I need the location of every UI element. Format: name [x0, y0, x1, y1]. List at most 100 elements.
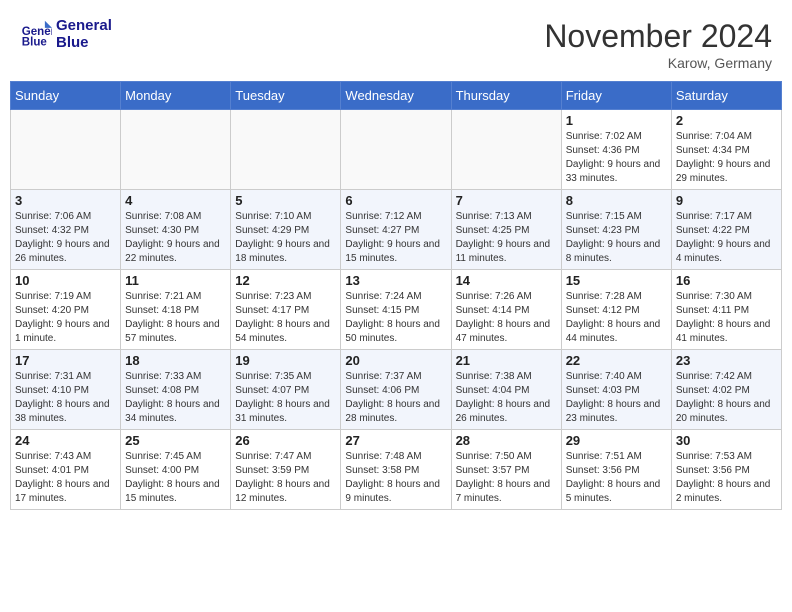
day-number: 5: [235, 193, 336, 208]
day-info: Sunrise: 7:10 AM Sunset: 4:29 PM Dayligh…: [235, 210, 336, 266]
calendar-cell: 25 Sunrise: 7:45 AM Sunset: 4:00 PM Dayli…: [121, 430, 231, 510]
day-number: 15: [566, 273, 667, 288]
day-info: Sunrise: 7:53 AM Sunset: 3:56 PM Dayligh…: [676, 450, 777, 506]
calendar-cell: 26 Sunrise: 7:47 AM Sunset: 3:59 PM Dayli…: [231, 430, 341, 510]
weekday-header-monday: Monday: [121, 82, 231, 110]
calendar-cell: 9 Sunrise: 7:17 AM Sunset: 4:22 PM Daylig…: [671, 190, 781, 270]
calendar-cell: 1 Sunrise: 7:02 AM Sunset: 4:36 PM Daylig…: [561, 110, 671, 190]
day-number: 14: [456, 273, 557, 288]
calendar-cell: [451, 110, 561, 190]
calendar-cell: 20 Sunrise: 7:37 AM Sunset: 4:06 PM Dayli…: [341, 350, 451, 430]
weekday-header-saturday: Saturday: [671, 82, 781, 110]
calendar-cell: 22 Sunrise: 7:40 AM Sunset: 4:03 PM Dayli…: [561, 350, 671, 430]
day-info: Sunrise: 7:02 AM Sunset: 4:36 PM Dayligh…: [566, 130, 667, 186]
day-number: 20: [345, 353, 446, 368]
day-info: Sunrise: 7:08 AM Sunset: 4:30 PM Dayligh…: [125, 210, 226, 266]
calendar-cell: 28 Sunrise: 7:50 AM Sunset: 3:57 PM Dayli…: [451, 430, 561, 510]
day-info: Sunrise: 7:30 AM Sunset: 4:11 PM Dayligh…: [676, 290, 777, 346]
day-info: Sunrise: 7:24 AM Sunset: 4:15 PM Dayligh…: [345, 290, 446, 346]
weekday-header-thursday: Thursday: [451, 82, 561, 110]
day-info: Sunrise: 7:47 AM Sunset: 3:59 PM Dayligh…: [235, 450, 336, 506]
calendar-cell: 11Sunrise: 7:21 AM Sunset: 4:18 PM Dayli…: [121, 270, 231, 350]
weekday-header-wednesday: Wednesday: [341, 82, 451, 110]
day-number: 28: [456, 433, 557, 448]
week-row-4: 17Sunrise: 7:31 AM Sunset: 4:10 PM Dayli…: [11, 350, 782, 430]
calendar-cell: 24Sunrise: 7:43 AM Sunset: 4:01 PM Dayli…: [11, 430, 121, 510]
week-row-3: 10Sunrise: 7:19 AM Sunset: 4:20 PM Dayli…: [11, 270, 782, 350]
day-info: Sunrise: 7:42 AM Sunset: 4:02 PM Dayligh…: [676, 370, 777, 426]
calendar-cell: [11, 110, 121, 190]
day-number: 21: [456, 353, 557, 368]
day-info: Sunrise: 7:51 AM Sunset: 3:56 PM Dayligh…: [566, 450, 667, 506]
day-number: 4: [125, 193, 226, 208]
logo-line1: General: [56, 18, 112, 35]
day-number: 8: [566, 193, 667, 208]
logo-line2: Blue: [56, 35, 112, 52]
day-info: Sunrise: 7:48 AM Sunset: 3:58 PM Dayligh…: [345, 450, 446, 506]
week-row-5: 24Sunrise: 7:43 AM Sunset: 4:01 PM Dayli…: [11, 430, 782, 510]
day-info: Sunrise: 7:40 AM Sunset: 4:03 PM Dayligh…: [566, 370, 667, 426]
logo: General Blue General Blue: [20, 18, 112, 51]
day-info: Sunrise: 7:37 AM Sunset: 4:06 PM Dayligh…: [345, 370, 446, 426]
svg-text:Blue: Blue: [22, 36, 48, 48]
logo-icon: General Blue: [20, 19, 52, 51]
calendar-cell: 23 Sunrise: 7:42 AM Sunset: 4:02 PM Dayli…: [671, 350, 781, 430]
calendar-cell: 7 Sunrise: 7:13 AM Sunset: 4:25 PM Daylig…: [451, 190, 561, 270]
day-number: 23: [676, 353, 777, 368]
calendar-cell: [231, 110, 341, 190]
title-section: November 2024 Karow, Germany: [544, 18, 772, 71]
calendar-cell: 14 Sunrise: 7:26 AM Sunset: 4:14 PM Dayli…: [451, 270, 561, 350]
day-info: Sunrise: 7:23 AM Sunset: 4:17 PM Dayligh…: [235, 290, 336, 346]
day-number: 13: [345, 273, 446, 288]
calendar-cell: [341, 110, 451, 190]
day-info: Sunrise: 7:26 AM Sunset: 4:14 PM Dayligh…: [456, 290, 557, 346]
weekday-header-tuesday: Tuesday: [231, 82, 341, 110]
day-info: Sunrise: 7:19 AM Sunset: 4:20 PM Dayligh…: [15, 290, 116, 346]
day-info: Sunrise: 7:31 AM Sunset: 4:10 PM Dayligh…: [15, 370, 116, 426]
day-number: 29: [566, 433, 667, 448]
day-info: Sunrise: 7:12 AM Sunset: 4:27 PM Dayligh…: [345, 210, 446, 266]
calendar-cell: 17Sunrise: 7:31 AM Sunset: 4:10 PM Dayli…: [11, 350, 121, 430]
day-number: 22: [566, 353, 667, 368]
day-number: 18: [125, 353, 226, 368]
day-number: 25: [125, 433, 226, 448]
day-number: 24: [15, 433, 116, 448]
weekday-header-row: SundayMondayTuesdayWednesdayThursdayFrid…: [11, 82, 782, 110]
calendar-cell: 12Sunrise: 7:23 AM Sunset: 4:17 PM Dayli…: [231, 270, 341, 350]
weekday-header-friday: Friday: [561, 82, 671, 110]
day-info: Sunrise: 7:21 AM Sunset: 4:18 PM Dayligh…: [125, 290, 226, 346]
day-info: Sunrise: 7:28 AM Sunset: 4:12 PM Dayligh…: [566, 290, 667, 346]
calendar-cell: 27 Sunrise: 7:48 AM Sunset: 3:58 PM Dayli…: [341, 430, 451, 510]
day-number: 7: [456, 193, 557, 208]
day-info: Sunrise: 7:33 AM Sunset: 4:08 PM Dayligh…: [125, 370, 226, 426]
week-row-1: 1 Sunrise: 7:02 AM Sunset: 4:36 PM Daylig…: [11, 110, 782, 190]
calendar-cell: 18 Sunrise: 7:33 AM Sunset: 4:08 PM Dayli…: [121, 350, 231, 430]
day-info: Sunrise: 7:06 AM Sunset: 4:32 PM Dayligh…: [15, 210, 116, 266]
day-number: 1: [566, 113, 667, 128]
day-number: 30: [676, 433, 777, 448]
day-info: Sunrise: 7:17 AM Sunset: 4:22 PM Dayligh…: [676, 210, 777, 266]
page-header: General Blue General Blue November 2024 …: [10, 10, 782, 77]
calendar-cell: 8Sunrise: 7:15 AM Sunset: 4:23 PM Daylig…: [561, 190, 671, 270]
day-number: 6: [345, 193, 446, 208]
calendar-cell: 5 Sunrise: 7:10 AM Sunset: 4:29 PM Daylig…: [231, 190, 341, 270]
day-info: Sunrise: 7:50 AM Sunset: 3:57 PM Dayligh…: [456, 450, 557, 506]
calendar-cell: 30 Sunrise: 7:53 AM Sunset: 3:56 PM Dayli…: [671, 430, 781, 510]
day-number: 26: [235, 433, 336, 448]
calendar-cell: 6 Sunrise: 7:12 AM Sunset: 4:27 PM Daylig…: [341, 190, 451, 270]
week-row-2: 3Sunrise: 7:06 AM Sunset: 4:32 PM Daylig…: [11, 190, 782, 270]
calendar-cell: 19Sunrise: 7:35 AM Sunset: 4:07 PM Dayli…: [231, 350, 341, 430]
calendar-cell: 13 Sunrise: 7:24 AM Sunset: 4:15 PM Dayli…: [341, 270, 451, 350]
calendar-cell: [121, 110, 231, 190]
weekday-header-sunday: Sunday: [11, 82, 121, 110]
day-info: Sunrise: 7:45 AM Sunset: 4:00 PM Dayligh…: [125, 450, 226, 506]
calendar-cell: 29 Sunrise: 7:51 AM Sunset: 3:56 PM Dayli…: [561, 430, 671, 510]
calendar-cell: 2Sunrise: 7:04 AM Sunset: 4:34 PM Daylig…: [671, 110, 781, 190]
calendar-cell: 4 Sunrise: 7:08 AM Sunset: 4:30 PM Daylig…: [121, 190, 231, 270]
day-number: 9: [676, 193, 777, 208]
day-info: Sunrise: 7:13 AM Sunset: 4:25 PM Dayligh…: [456, 210, 557, 266]
day-number: 2: [676, 113, 777, 128]
day-number: 27: [345, 433, 446, 448]
calendar-cell: 3Sunrise: 7:06 AM Sunset: 4:32 PM Daylig…: [11, 190, 121, 270]
day-number: 19: [235, 353, 336, 368]
